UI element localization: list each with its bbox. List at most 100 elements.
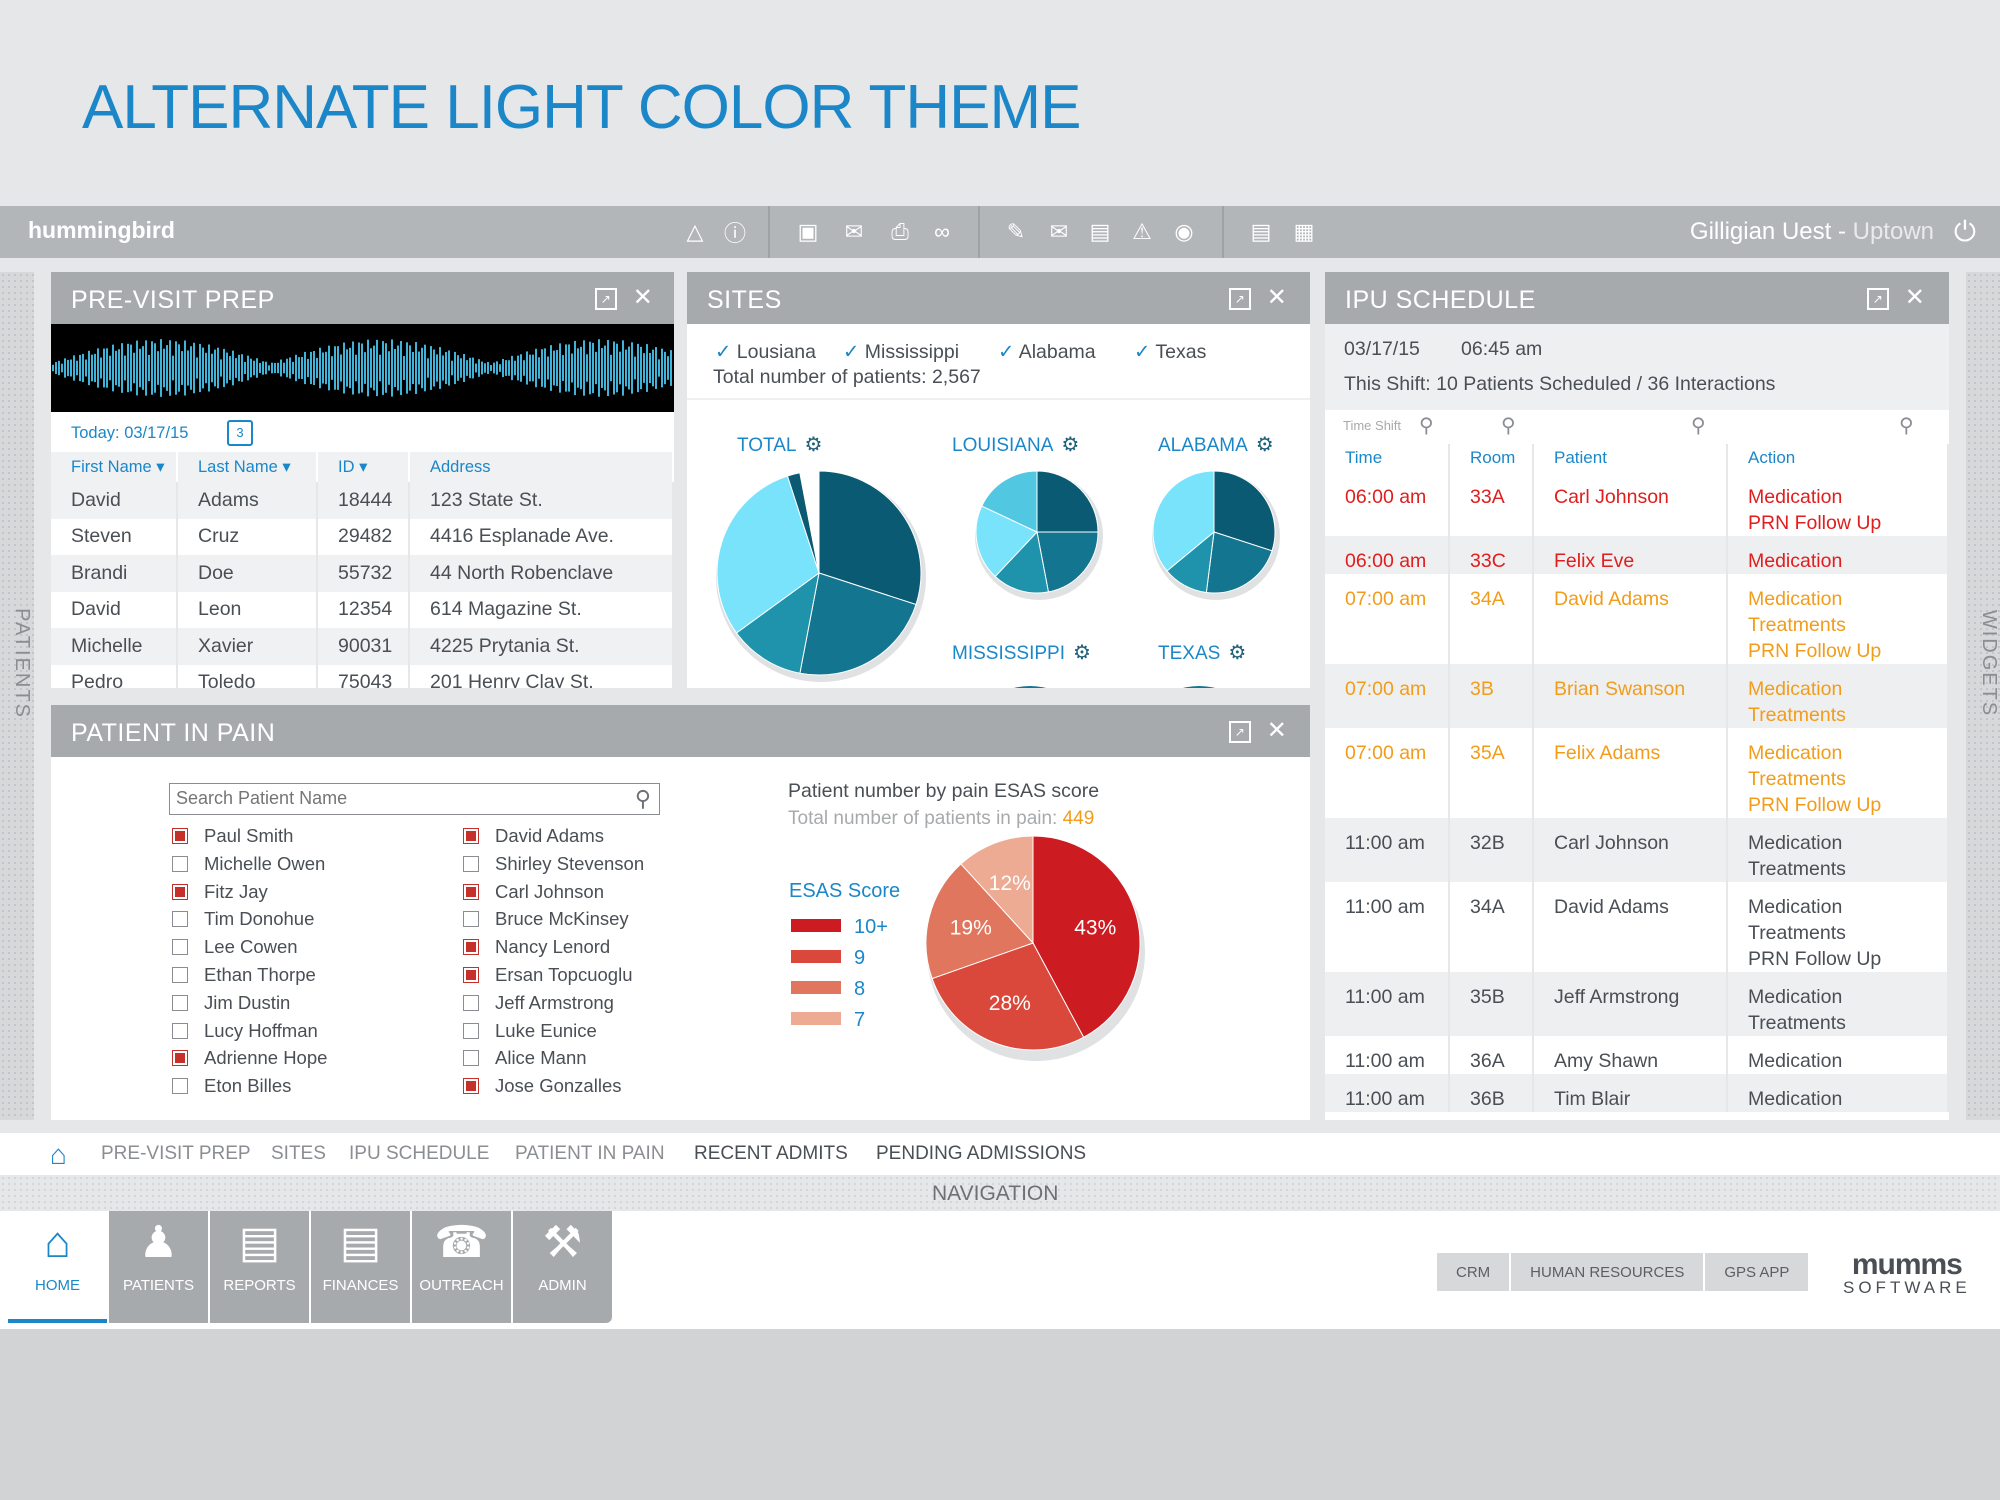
chat-icon[interactable]: ✉	[1045, 218, 1073, 246]
contact-card-icon[interactable]: ▤	[1247, 218, 1275, 246]
tab-sites[interactable]: SITES	[271, 1143, 326, 1165]
action-item: PRN Follow Up	[1748, 640, 1882, 662]
cell-last-name: Toledo	[177, 664, 318, 688]
legend-label: 10+	[854, 916, 888, 938]
maximize-icon[interactable]: ↗	[595, 288, 617, 310]
widgets-side-tab[interactable]: WIDGETS	[1966, 272, 2000, 1120]
column-last-name[interactable]: Last Name ▾	[177, 452, 318, 482]
toolbar-divider	[978, 206, 980, 258]
column-action[interactable]: Action	[1727, 444, 1949, 472]
schedule-row[interactable]: 07:00 am 34A David Adams Medication Treatmen…	[1325, 574, 1949, 664]
app-toolbar: hummingbird △ ⓘ ▣ ✉ ⎙ ∞ ✎ ✉ ▤ ⚠ ◉ ▤ ▦ Gi…	[0, 206, 2000, 258]
cell-last-name: Leon	[177, 591, 318, 628]
cell-patient: Tim Blair	[1533, 1074, 1728, 1112]
nav-outreach-button[interactable]: ☎ OUTREACH	[412, 1211, 511, 1323]
column-time[interactable]: Time	[1325, 444, 1450, 472]
cell-id: 55732	[317, 555, 410, 592]
action-item: PRN Follow Up	[1748, 512, 1882, 534]
action-item: Medication	[1748, 832, 1843, 854]
column-address[interactable]: Address	[409, 452, 674, 482]
home-icon[interactable]: ⌂	[50, 1139, 67, 1171]
column-first-name[interactable]: First Name ▾	[51, 452, 178, 482]
schedule-row[interactable]: 11:00 am 35B Jeff Armstrong Medication Treat…	[1325, 972, 1949, 1036]
tab-patient-in-pain[interactable]: PATIENT IN PAIN	[515, 1143, 665, 1165]
cell-room: 36A	[1449, 1036, 1534, 1074]
close-icon[interactable]: ✕	[631, 286, 655, 310]
cell-time: 11:00 am	[1325, 972, 1450, 1036]
crm-button[interactable]: CRM	[1437, 1253, 1512, 1291]
action-item: Medication	[1748, 588, 1843, 610]
nav-home-button[interactable]: ⌂ HOME	[8, 1211, 107, 1323]
gps-app-button[interactable]: GPS APP	[1705, 1253, 1808, 1291]
patients-side-tab-label: PATIENTS	[10, 608, 33, 719]
nav-patients-button[interactable]: ♟ PATIENTS	[109, 1211, 208, 1323]
alert-icon[interactable]: ⚠	[1128, 218, 1156, 246]
schedule-row[interactable]: 06:00 am 33A Carl Johnson Medication PRN Fol…	[1325, 472, 1949, 536]
user-label[interactable]: Gilligian Uest - Uptown	[1690, 218, 1934, 246]
tab-pending-admissions[interactable]: PENDING ADMISSIONS	[876, 1143, 1086, 1165]
table-row[interactable]: Steven Cruz 29482 4416 Esplanade Ave.	[51, 518, 674, 555]
time-shift-filter[interactable]: Time Shift	[1343, 418, 1401, 433]
mississippi-pie[interactable]	[964, 686, 1096, 688]
louisiana-pie-slice[interactable]	[1036, 470, 1099, 533]
action-item: Treatments	[1748, 1012, 1846, 1034]
power-icon[interactable]: ⏻	[1954, 216, 1976, 249]
nav-label: PATIENTS	[122, 1277, 195, 1294]
previsit-title: PRE-VISIT PREP	[71, 286, 275, 314]
column-id[interactable]: ID ▾	[317, 452, 410, 482]
ipu-filter-row: Time Shift ⚲ ⚲ ⚲ ⚲	[1325, 410, 1949, 444]
nav-admin-button[interactable]: ⚒ ADMIN	[513, 1211, 612, 1323]
legend-swatch	[791, 1012, 841, 1025]
column-room[interactable]: Room	[1449, 444, 1534, 472]
cell-first-name: Brandi	[51, 555, 178, 592]
table-row[interactable]: David Adams 18444 123 State St.	[51, 482, 674, 519]
ipu-header: IPU SCHEDULE ↗ ✕	[1325, 272, 1949, 324]
cell-action: Medication	[1727, 536, 1949, 574]
table-row[interactable]: Michelle Xavier 90031 4225 Prytania St.	[51, 628, 674, 665]
document-icon[interactable]: ▤	[1086, 218, 1114, 246]
cell-id: 18444	[317, 482, 410, 519]
schedule-row[interactable]: 11:00 am 36A Amy Shawn Medication	[1325, 1036, 1949, 1074]
attachment-icon[interactable]: ∞	[928, 218, 956, 246]
calendar-icon[interactable]: ▦	[1290, 218, 1318, 246]
mail-icon[interactable]: ✉	[840, 218, 868, 246]
table-row[interactable]: David Leon 12354 614 Magazine St.	[51, 591, 674, 628]
column-patient[interactable]: Patient	[1533, 444, 1728, 472]
cell-action: Medication Treatments PRN Follow Up	[1727, 882, 1949, 972]
bell-icon[interactable]: △	[681, 218, 709, 246]
nav-reports-button[interactable]: ▤ REPORTS	[210, 1211, 309, 1323]
search-icon[interactable]: ⚲	[1419, 413, 1434, 438]
calendar-icon[interactable]: 3	[227, 420, 253, 446]
close-icon[interactable]: ✕	[1903, 286, 1927, 310]
ipu-schedule-panel: IPU SCHEDULE ↗ ✕ 03/17/15 06:45 am This …	[1325, 272, 1949, 1120]
human-resources-button[interactable]: HUMAN RESOURCES	[1511, 1253, 1706, 1291]
search-icon[interactable]: ⚲	[1501, 413, 1516, 438]
logo-subtitle: SOFTWARE	[1843, 1278, 1971, 1297]
tab-recent-admits[interactable]: RECENT ADMITS	[694, 1143, 848, 1165]
tab-ipu-schedule[interactable]: IPU SCHEDULE	[349, 1143, 489, 1165]
cell-id: 75043	[317, 664, 410, 688]
schedule-row[interactable]: 11:00 am 36B Tim Blair Medication	[1325, 1074, 1949, 1112]
schedule-row[interactable]: 11:00 am 32B Carl Johnson Medication Treatme…	[1325, 818, 1949, 882]
cell-first-name: David	[51, 482, 178, 519]
print-icon[interactable]: ⎙	[886, 218, 914, 246]
info-icon[interactable]: ⓘ	[721, 218, 749, 246]
tab-previsit-prep[interactable]: PRE-VISIT PREP	[101, 1143, 251, 1165]
legend-label: 8	[854, 978, 865, 1000]
table-row[interactable]: Pedro Toledo 75043 201 Henry Clay St.	[51, 664, 674, 688]
lightbulb-icon[interactable]: ◉	[1170, 218, 1198, 246]
tools-icon: ⚒	[542, 1218, 583, 1267]
table-row[interactable]: Brandi Doe 55732 44 North Robenclave	[51, 555, 674, 592]
patients-side-tab[interactable]: PATIENTS	[0, 272, 34, 1120]
fax-icon[interactable]: ▣	[794, 218, 822, 246]
schedule-row[interactable]: 07:00 am 3B Brian Swanson Medication Treatme…	[1325, 664, 1949, 728]
nav-finances-button[interactable]: ▤ FINANCES	[311, 1211, 410, 1323]
schedule-row[interactable]: 11:00 am 34A David Adams Medication Treatmen…	[1325, 882, 1949, 972]
texas-pie[interactable]	[1133, 686, 1265, 688]
maximize-icon[interactable]: ↗	[1867, 288, 1889, 310]
notes-icon[interactable]: ✎	[1002, 218, 1030, 246]
schedule-row[interactable]: 06:00 am 33C Felix Eve Medication	[1325, 536, 1949, 574]
schedule-row[interactable]: 07:00 am 35A Felix Adams Medication Treatmen…	[1325, 728, 1949, 818]
search-icon[interactable]: ⚲	[1691, 413, 1706, 438]
search-icon[interactable]: ⚲	[1899, 413, 1914, 438]
